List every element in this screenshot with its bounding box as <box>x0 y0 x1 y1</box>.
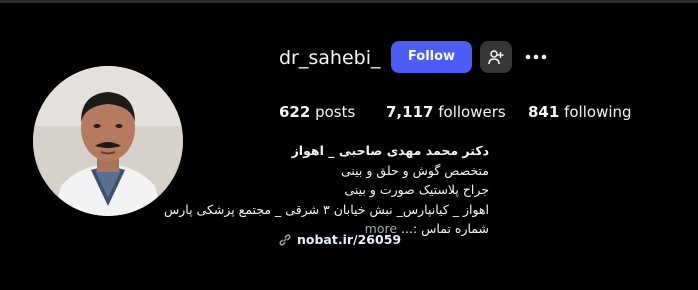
followers-stat[interactable]: 7,117 followers <box>386 101 506 123</box>
followers-count: 7,117 <box>386 103 434 121</box>
more-options-icon <box>525 54 547 60</box>
profile-avatar[interactable] <box>33 66 183 216</box>
posts-stat: 622 posts <box>279 101 355 123</box>
following-label: following <box>564 103 632 121</box>
suggested-users-button[interactable] <box>480 41 512 73</box>
top-edge-bar <box>0 0 698 3</box>
bio-name: دکتر محمد مهدی صاحبی _ اهواز <box>291 143 489 158</box>
bio-line-address: اهواز _ کیانپارس_ نبش خیابان ۳ شرقی _ مج… <box>163 201 489 217</box>
following-count: 841 <box>528 103 560 121</box>
person-add-icon <box>488 50 504 65</box>
link-icon <box>279 233 291 246</box>
bio-line-surgery: جراح پلاستیک صورت و بینی <box>344 182 489 197</box>
followers-label: followers <box>438 103 506 121</box>
posts-count: 622 <box>279 103 311 121</box>
bio-contact-text: شماره تماس :... <box>401 221 489 236</box>
profile-bio: دکتر محمد مهدی صاحبی _ اهواز متخصص گوش و… <box>163 141 489 239</box>
posts-label: posts <box>315 103 356 121</box>
bio-line-specialty: متخصص گوش و حلق و بینی <box>340 162 489 178</box>
following-stat[interactable]: 841 following <box>528 101 632 123</box>
more-options-button[interactable] <box>522 44 550 70</box>
follow-button[interactable]: Follow <box>391 41 472 73</box>
profile-external-link[interactable]: nobat.ir/26059 <box>279 232 401 247</box>
link-text: nobat.ir/26059 <box>297 232 402 247</box>
profile-username: dr_sahebi_ <box>279 47 381 69</box>
avatar-photo <box>33 66 183 216</box>
